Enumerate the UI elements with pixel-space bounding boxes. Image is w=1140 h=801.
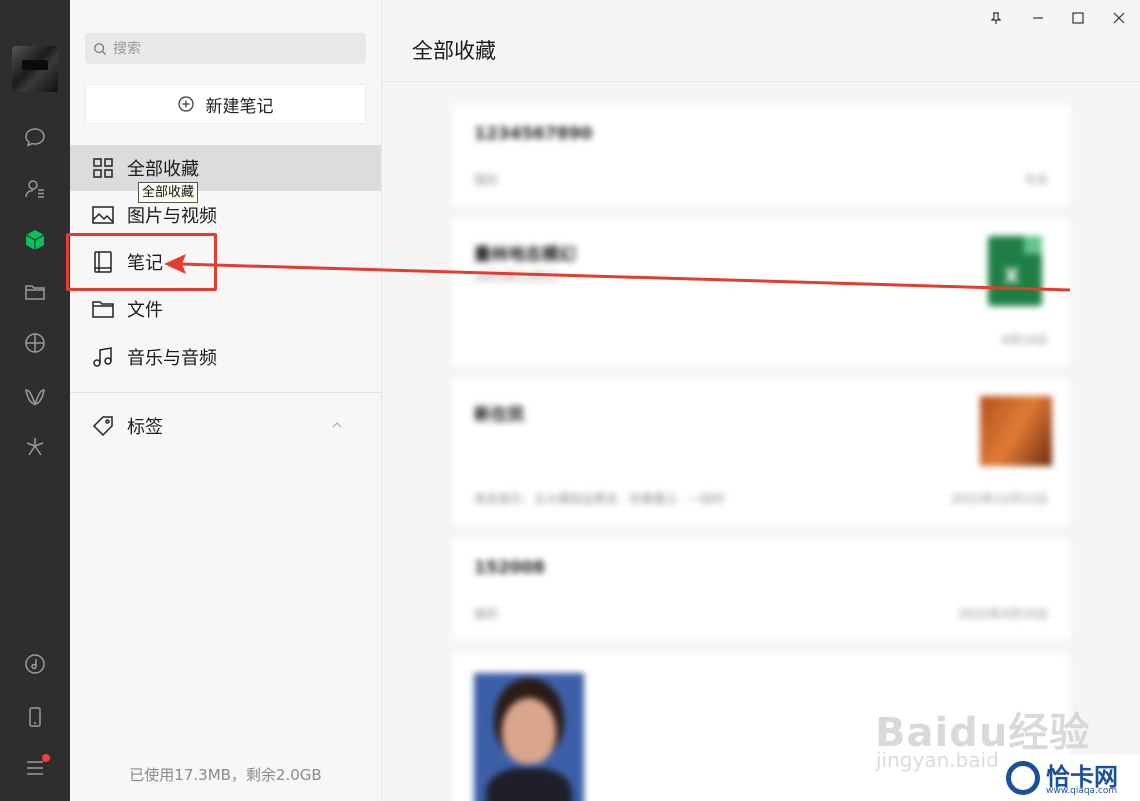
sidebar-item-label: 全部收藏 xyxy=(127,159,199,180)
folder-icon xyxy=(92,301,114,318)
contacts-icon[interactable] xyxy=(22,176,48,202)
favorite-card[interactable]: 新在民 来自音乐：五大模拟运费支 · 你要看认 · 一段时 2022年12月12… xyxy=(452,378,1070,525)
card-subtitle: 2021年11月11 xyxy=(474,270,560,284)
site-watermark: 恰卡网 www.qiaqa.com xyxy=(1000,755,1140,801)
highlight-box xyxy=(66,233,217,291)
site-logo-icon xyxy=(1006,761,1040,795)
page-title: 全部收藏 xyxy=(412,39,496,63)
excel-file-icon: X xyxy=(988,236,1042,306)
card-source: 我的 xyxy=(474,607,499,621)
baidu-watermark-url: jingyan.baidu xyxy=(876,748,1012,772)
new-note-label: 新建笔记 xyxy=(205,96,274,117)
maximize-icon[interactable] xyxy=(1067,8,1089,28)
sidebar-item-tags[interactable]: 标签 xyxy=(70,403,381,449)
search-box[interactable] xyxy=(85,33,366,64)
card-title: 1234567890 xyxy=(474,124,593,144)
search-icon xyxy=(94,42,107,55)
card-date: 4月14日 xyxy=(1001,333,1048,347)
channels-icon[interactable] xyxy=(22,384,48,410)
favorite-card[interactable]: 1234567890 我的 今天 xyxy=(452,104,1070,206)
music-icon[interactable] xyxy=(22,651,48,677)
card-source: 我的 xyxy=(474,173,499,187)
menu-icon[interactable] xyxy=(22,754,50,781)
favorites-content: 全部收藏 1234567890 我的 今天 量林地志模幻 2021年11月11 … xyxy=(382,0,1140,801)
chat-icon[interactable] xyxy=(22,124,48,150)
close-icon[interactable] xyxy=(1108,8,1130,28)
plus-circle-icon xyxy=(177,96,194,112)
storage-status: 已使用17.3MB，剩余2.0GB xyxy=(129,766,322,784)
grid-icon xyxy=(93,158,113,178)
thumbnail-image xyxy=(980,396,1052,466)
card-date: 今天 xyxy=(1023,173,1048,187)
favorite-card[interactable]: 152008 我的 2022年4月14日 xyxy=(452,538,1070,640)
chevron-up-icon[interactable] xyxy=(331,419,343,431)
sidebar-item-label: 图片与视频 xyxy=(127,206,217,227)
notification-dot xyxy=(42,754,50,762)
moments-icon[interactable] xyxy=(22,330,48,356)
minimize-icon[interactable] xyxy=(1027,8,1049,28)
search-spark-icon[interactable] xyxy=(22,434,48,460)
favorites-sidebar: 新建笔记 全部收藏 图片与视频 笔记 文件 音乐与音频 全部收藏 标签 已使用1… xyxy=(70,0,382,801)
card-title: 152008 xyxy=(474,558,545,578)
favorite-card[interactable]: 量林地志模幻 2021年11月11 X 4月14日 xyxy=(452,218,1070,366)
new-note-button[interactable]: 新建笔记 xyxy=(85,84,366,124)
folder-icon[interactable] xyxy=(22,279,48,305)
sidebar-item-label: 文件 xyxy=(127,300,163,321)
nav-rail xyxy=(0,0,70,801)
card-date: 2022年12月12日 xyxy=(950,492,1048,506)
card-title: 新在民 xyxy=(474,405,525,425)
sidebar-item-all-favorites[interactable]: 全部收藏 xyxy=(70,145,381,191)
divider xyxy=(70,392,381,393)
tag-icon xyxy=(92,416,113,437)
sidebar-item-music-audio[interactable]: 音乐与音频 xyxy=(70,334,381,380)
pin-icon[interactable] xyxy=(985,8,1007,28)
tooltip: 全部收藏 xyxy=(138,182,199,203)
content-header: 全部收藏 xyxy=(382,0,1140,82)
sidebar-item-label: 音乐与音频 xyxy=(127,348,217,369)
sidebar-item-files[interactable]: 文件 xyxy=(70,286,381,332)
search-input[interactable] xyxy=(113,40,353,57)
image-icon xyxy=(92,206,114,224)
phone-icon[interactable] xyxy=(22,704,48,730)
card-date: 2022年4月14日 xyxy=(958,607,1048,621)
favorites-cube-icon[interactable] xyxy=(22,227,48,253)
avatar[interactable] xyxy=(12,46,58,92)
site-url: www.qiaqa.com xyxy=(1046,786,1118,796)
card-source: 来自音乐：五大模拟运费支 · 你要看认 · 一段时 xyxy=(474,492,725,506)
music-note-icon xyxy=(93,347,112,367)
sidebar-item-images-videos[interactable]: 图片与视频 xyxy=(70,192,381,238)
card-title: 量林地志模幻 xyxy=(474,245,576,265)
sidebar-item-label: 标签 xyxy=(127,417,163,438)
portrait-image xyxy=(474,673,584,801)
